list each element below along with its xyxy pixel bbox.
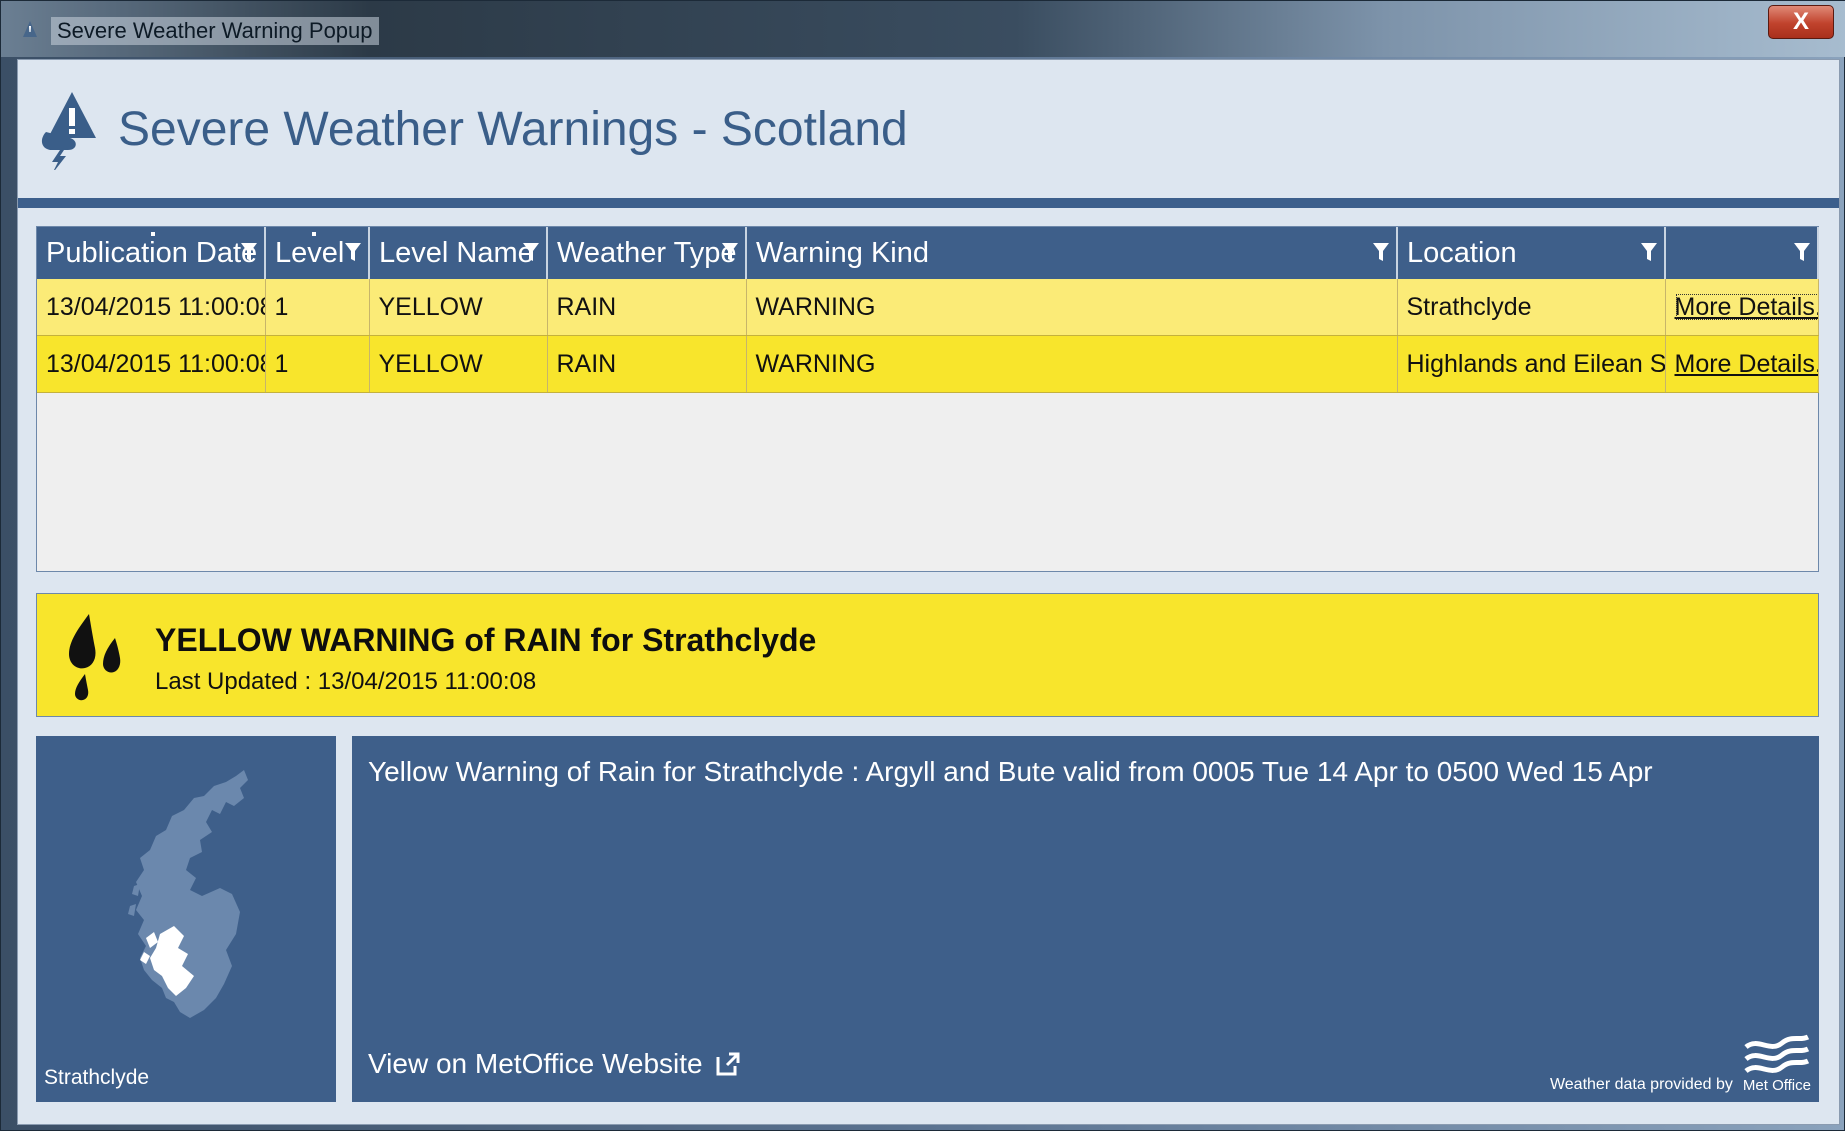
- filter-icon[interactable]: [1793, 241, 1811, 263]
- cell-level-name: YELLOW: [369, 335, 548, 393]
- column-header-actions[interactable]: [1665, 227, 1819, 279]
- cell-warning-kind: WARNING: [746, 279, 1398, 336]
- warning-banner: YELLOW WARNING of RAIN for Strathclyde L…: [36, 593, 1819, 717]
- filter-icon[interactable]: [522, 241, 540, 263]
- window-content: Severe Weather Warnings - Scotland Publi…: [17, 59, 1840, 1125]
- cell-weather-type: RAIN: [547, 279, 747, 336]
- column-header-warning-kind[interactable]: Warning Kind: [746, 227, 1398, 279]
- map-region-label: Strathclyde: [44, 1066, 150, 1089]
- metoffice-website-link[interactable]: View on MetOffice Website: [368, 1048, 741, 1080]
- met-office-waves-icon: [1744, 1034, 1810, 1074]
- cell-weather-type: RAIN: [547, 335, 747, 393]
- cell-publication-date: 13/04/2015 11:00:08: [37, 335, 266, 393]
- cell-warning-kind: WARNING: [746, 335, 1398, 393]
- cell-level-name: YELLOW: [369, 279, 548, 336]
- warning-description: Yellow Warning of Rain for Strathclyde :…: [368, 756, 1653, 787]
- cell-publication-date: 13/04/2015 11:00:08: [37, 279, 266, 336]
- cell-level: 1: [265, 335, 370, 393]
- attribution-text: Weather data provided by: [1549, 1076, 1733, 1093]
- warning-detail-panel: Yellow Warning of Rain for Strathclyde :…: [352, 736, 1819, 1102]
- warning-headline: YELLOW WARNING of RAIN for Strathclyde: [155, 622, 817, 658]
- page-title: Severe Weather Warnings - Scotland: [118, 103, 908, 156]
- filter-icon[interactable]: [721, 241, 739, 263]
- window-title: Severe Weather Warning Popup: [51, 17, 379, 45]
- warnings-grid: Publication Date Level Level Name Weathe…: [36, 226, 1819, 572]
- sort-indicator-icon: [151, 232, 155, 236]
- column-header-level[interactable]: Level: [265, 227, 370, 279]
- cell-level: 1: [265, 279, 370, 336]
- header-divider: [18, 198, 1839, 208]
- warnings-table: Publication Date Level Level Name Weathe…: [37, 227, 1819, 393]
- table-row[interactable]: 13/04/2015 11:00:08 1 YELLOW RAIN WARNIN…: [37, 279, 1819, 336]
- cell-more-details: More Details...: [1665, 279, 1819, 336]
- weather-warning-icon: [41, 92, 96, 170]
- title-bar[interactable]: Severe Weather Warning Popup X: [1, 1, 1845, 57]
- popup-window: Severe Weather Warning Popup X Severe We…: [0, 0, 1845, 1131]
- column-header-location[interactable]: Location: [1397, 227, 1666, 279]
- region-map-panel: Strathclyde: [36, 736, 336, 1102]
- rain-drops-icon: [69, 614, 121, 701]
- scotland-map-icon: [128, 770, 248, 1018]
- table-row[interactable]: 13/04/2015 11:00:08 1 YELLOW RAIN WARNIN…: [37, 335, 1819, 393]
- filter-icon[interactable]: [1640, 241, 1658, 263]
- cell-location: Highlands and Eilean Siar: [1397, 335, 1666, 393]
- met-office-logo: Met Office: [1743, 1033, 1811, 1094]
- filter-icon[interactable]: [1372, 241, 1390, 263]
- more-details-link[interactable]: More Details...: [1675, 350, 1818, 378]
- column-header-level-name[interactable]: Level Name: [369, 227, 548, 279]
- cell-location: Strathclyde: [1397, 279, 1666, 336]
- more-details-link[interactable]: More Details...: [1675, 293, 1817, 321]
- column-header-publication-date[interactable]: Publication Date: [37, 227, 266, 279]
- column-header-weather-type[interactable]: Weather Type: [547, 227, 747, 279]
- sort-indicator-icon: [312, 232, 316, 236]
- data-attribution: Weather data provided by Met Office: [1550, 1033, 1811, 1094]
- filter-icon[interactable]: [344, 241, 362, 263]
- last-updated-text: Last Updated : 13/04/2015 11:00:08: [155, 668, 537, 695]
- table-header-row: Publication Date Level Level Name Weathe…: [37, 227, 1819, 279]
- met-office-name: Met Office: [1742, 1077, 1811, 1094]
- close-button[interactable]: X: [1768, 5, 1834, 39]
- warning-app-icon: [23, 21, 37, 37]
- page-header: Severe Weather Warnings - Scotland: [18, 60, 1839, 196]
- cell-more-details: More Details...: [1665, 335, 1819, 393]
- external-link-icon: [716, 1052, 740, 1076]
- filter-icon[interactable]: [240, 241, 258, 263]
